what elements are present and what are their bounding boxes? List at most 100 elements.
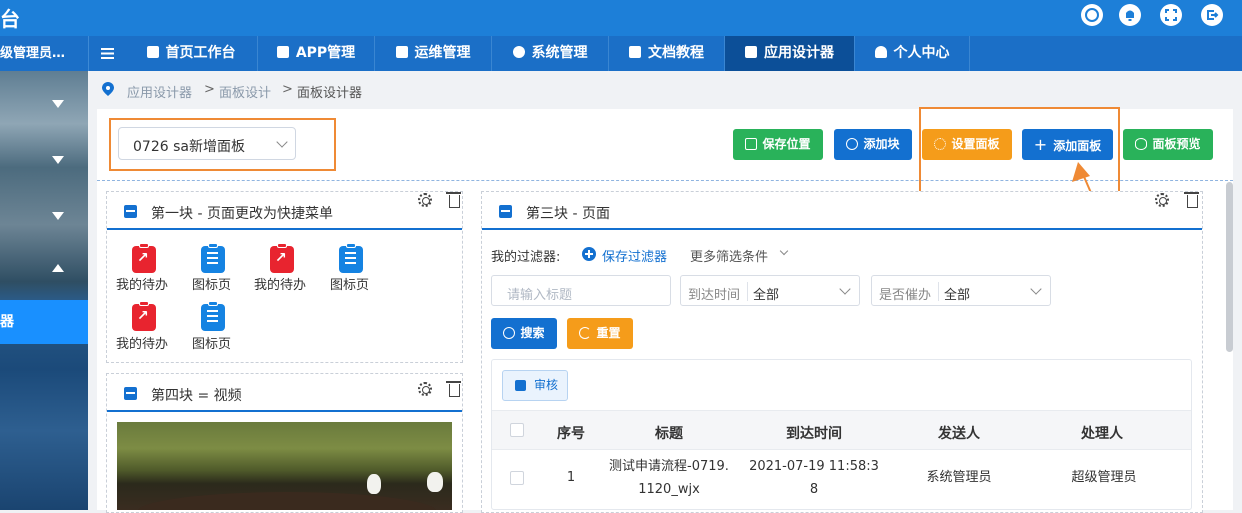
user-icon: [874, 46, 887, 58]
todo-icon[interactable]: [132, 301, 156, 331]
chevron-down-icon[interactable]: [52, 100, 64, 108]
plus-circle-icon: [846, 138, 859, 150]
breadcrumb-item[interactable]: 面板设计: [219, 82, 271, 101]
app-title: 台: [0, 7, 20, 31]
review-button[interactable]: 审核: [502, 370, 568, 401]
calendar-icon: [499, 205, 512, 218]
breadcrumb-separator: >: [204, 82, 215, 97]
save-filter-link[interactable]: 保存过滤器: [602, 246, 667, 265]
save-position-button[interactable]: 保存位置: [733, 129, 823, 160]
user-name[interactable]: 级管理员…: [0, 36, 88, 71]
video-player[interactable]: [117, 422, 452, 510]
gear-icon[interactable]: [1155, 193, 1169, 207]
block-title: 第一块 - 页面更改为快捷菜单: [151, 206, 333, 222]
column-header[interactable]: 到达时间: [742, 423, 886, 443]
tab-personal[interactable]: 个人中心: [855, 36, 970, 71]
scrollbar[interactable]: [1226, 182, 1233, 352]
title-search-input[interactable]: 请输入标题: [491, 275, 671, 306]
breadcrumb-current: 面板设计器: [297, 86, 363, 101]
chevron-up-icon[interactable]: [52, 264, 64, 272]
fullscreen-icon[interactable]: [1160, 4, 1182, 26]
share-icon: [515, 380, 526, 391]
sidebar-item-active[interactable]: 器: [0, 300, 88, 344]
table-header: 序号 标题 到达时间 发送人 处理人: [492, 410, 1191, 450]
highlight-box: [109, 118, 336, 171]
doc-icon: [629, 46, 641, 58]
main-nav: 级管理员… 首页工作台 APP管理 运维管理 系统管理 文档教程 应用设计器 个…: [0, 36, 1242, 71]
tool-icon: [395, 46, 408, 58]
todo-icon[interactable]: [132, 243, 156, 273]
bird: [367, 474, 381, 494]
tab-docs[interactable]: 文档教程: [609, 36, 725, 71]
column-header[interactable]: 发送人: [894, 423, 1024, 443]
chevron-down-icon[interactable]: [52, 156, 64, 164]
urged-select[interactable]: 是否催办 全部: [871, 275, 1051, 306]
block-header: 第一块 - 页面更改为快捷菜单: [107, 192, 462, 230]
reset-button[interactable]: 重置: [567, 318, 633, 349]
trash-icon[interactable]: [446, 192, 461, 208]
row-title-line1[interactable]: 测试申请流程-0719.: [600, 455, 738, 478]
quick-item-label[interactable]: 图标页: [192, 274, 231, 293]
quick-item-label[interactable]: 我的待办: [254, 274, 306, 293]
row-index: 1: [566, 470, 576, 485]
search-button[interactable]: 搜索: [491, 318, 557, 349]
filter-label: 我的过滤器:: [491, 250, 561, 265]
menu-toggle[interactable]: [88, 36, 125, 71]
location-icon: [102, 82, 114, 96]
tab-ops[interactable]: 运维管理: [375, 36, 492, 71]
more-filters-link[interactable]: 更多筛选条件: [690, 246, 768, 265]
notebook-icon[interactable]: [201, 301, 225, 331]
block-title: 第四块 = 视频: [151, 388, 242, 404]
chevron-down-icon[interactable]: [52, 212, 64, 220]
phone-icon: [276, 46, 289, 58]
tab-app-management[interactable]: APP管理: [258, 36, 375, 71]
chevron-down-icon: [1030, 283, 1042, 295]
tab-home[interactable]: 首页工作台: [125, 36, 258, 71]
shuffle-icon[interactable]: [1081, 4, 1103, 26]
todo-icon[interactable]: [270, 243, 294, 273]
row-time-line2: 8: [809, 482, 819, 497]
trash-icon[interactable]: [446, 381, 461, 397]
row-time-line1: 2021-07-19 11:58:3: [749, 459, 879, 474]
row-handler: 超级管理员: [1071, 470, 1137, 485]
gear-icon[interactable]: [418, 382, 432, 396]
column-header[interactable]: 序号: [542, 423, 600, 443]
column-header[interactable]: 标题: [612, 423, 726, 443]
menu-icon: [101, 48, 114, 59]
breadcrumb-separator: >: [282, 82, 293, 97]
row-checkbox[interactable]: [510, 471, 524, 485]
quick-item-label[interactable]: 图标页: [192, 333, 231, 352]
chevron-down-icon: [839, 283, 851, 295]
trash-icon[interactable]: [1184, 192, 1199, 208]
notebook-icon[interactable]: [339, 243, 363, 273]
tab-app-designer[interactable]: 应用设计器: [725, 36, 855, 71]
home-icon: [146, 46, 159, 58]
top-bar: 台: [0, 0, 1242, 36]
row-title-line2[interactable]: 1120_wjx: [600, 478, 738, 501]
column-header[interactable]: 处理人: [1037, 423, 1167, 443]
plus-circle-icon[interactable]: [582, 247, 596, 261]
preview-panel-button[interactable]: 面板预览: [1123, 129, 1213, 160]
add-block-button[interactable]: 添加块: [834, 129, 912, 160]
tab-system[interactable]: 系统管理: [492, 36, 609, 71]
bank-icon: [745, 46, 757, 58]
calendar-icon: [124, 205, 137, 218]
refresh-icon: [579, 327, 592, 339]
block-header: 第四块 = 视频: [107, 374, 462, 412]
breadcrumb-item[interactable]: 应用设计器: [127, 82, 192, 101]
quick-item-label[interactable]: 我的待办: [116, 274, 168, 293]
logout-icon[interactable]: [1201, 4, 1223, 26]
select-all-checkbox[interactable]: [510, 423, 524, 437]
arrival-time-select[interactable]: 到达时间 全部: [680, 275, 860, 306]
gear-icon[interactable]: [418, 193, 432, 207]
bell-icon[interactable]: [1119, 4, 1141, 26]
notebook-icon[interactable]: [201, 243, 225, 273]
quick-item-label[interactable]: 我的待办: [116, 333, 168, 352]
highlight-box: [919, 107, 1120, 200]
gear-icon: [512, 46, 525, 58]
save-icon: [745, 138, 758, 150]
eye-icon: [1135, 138, 1148, 150]
bird: [427, 472, 443, 492]
calendar-icon: [124, 387, 137, 400]
quick-item-label[interactable]: 图标页: [330, 274, 369, 293]
